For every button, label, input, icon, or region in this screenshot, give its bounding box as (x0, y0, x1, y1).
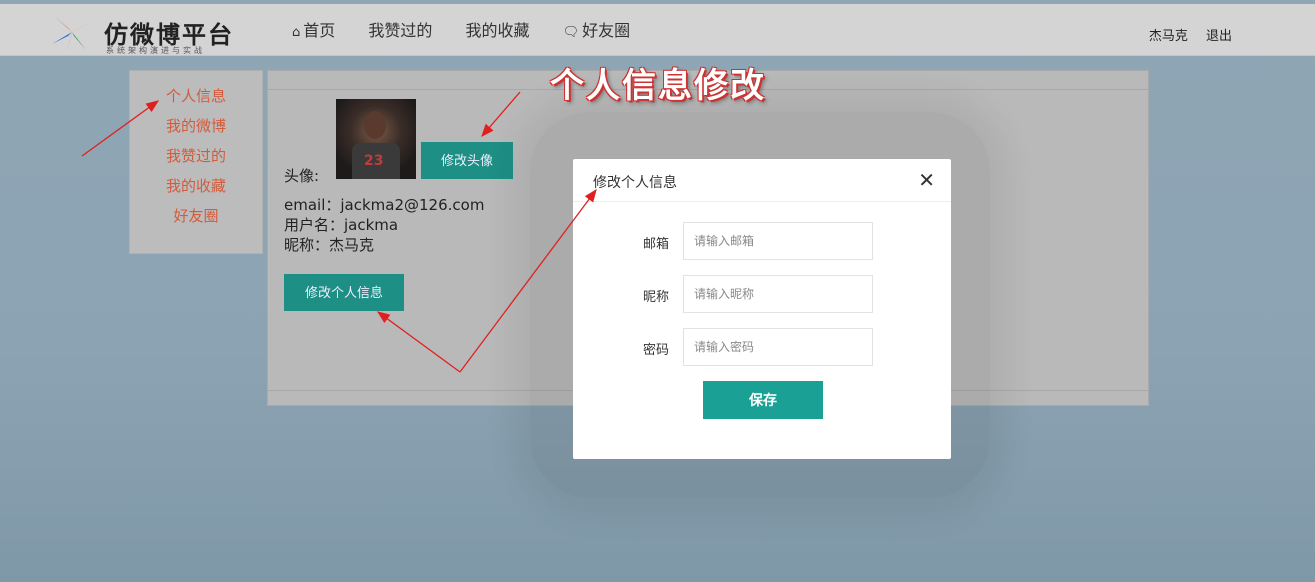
sidebar-item-liked[interactable]: 我赞过的 (130, 141, 262, 171)
logo-subtitle: 系统架构演进与实战 (106, 46, 205, 55)
profile-email: email：jackma2@126.com (284, 196, 485, 214)
logo[interactable]: 仿微博平台 系统架构演进与实战 (46, 10, 246, 55)
nav-liked-label: 我赞过的 (368, 21, 433, 40)
password-field[interactable] (683, 328, 873, 366)
sidebar-menu: 个人信息 我的微博 我赞过的 我的收藏 好友圈 (129, 70, 263, 254)
nickname-label: 昵称 (642, 290, 669, 305)
email-label: 邮箱 (642, 237, 669, 252)
sidebar-item-my-weibo[interactable]: 我的微博 (130, 111, 262, 141)
profile-info: email：jackma2@126.com 用户名：jackma 昵称：杰马克 (284, 195, 484, 255)
email-row: 邮箱 (573, 222, 951, 260)
top-navbar: 仿微博平台 系统架构演进与实战 ⌂ 首页 我赞过的 我的收藏 🗨 好友圈 杰马克 退… (0, 4, 1315, 56)
sidebar-item-profile[interactable]: 个人信息 (130, 81, 262, 111)
nav-favorites-label: 我的收藏 (465, 21, 530, 40)
main-nav: ⌂ 首页 我赞过的 我的收藏 🗨 好友圈 (292, 21, 658, 43)
nav-liked[interactable]: 我赞过的 (368, 21, 432, 41)
nav-friends[interactable]: 🗨 好友圈 (563, 21, 631, 43)
edit-profile-modal: 修改个人信息 ✕ 邮箱 昵称 密码 保存 (573, 159, 951, 459)
avatar-jersey-number: 23 (364, 153, 384, 169)
user-area: 杰马克 退出 (1135, 25, 1232, 44)
nickname-field[interactable] (683, 275, 873, 313)
username-link[interactable]: 杰马克 (1149, 29, 1188, 44)
annotation-title: 个人信息修改 (550, 66, 766, 106)
modal-title: 修改个人信息 (593, 175, 677, 191)
save-button[interactable]: 保存 (703, 381, 823, 419)
nickname-row: 昵称 (573, 275, 951, 313)
nav-favorites[interactable]: 我的收藏 (465, 21, 529, 41)
avatar: 23 (336, 99, 416, 179)
password-row: 密码 (573, 328, 951, 366)
sidebar-item-favorites[interactable]: 我的收藏 (130, 171, 262, 201)
logo-pinwheel-icon (52, 16, 94, 54)
home-icon: ⌂ (292, 25, 301, 40)
avatar-label: 头像: (284, 167, 320, 185)
nav-friends-label: 好友圈 (582, 21, 631, 40)
modal-divider (573, 201, 951, 202)
avatar-head-shape (364, 111, 386, 139)
nav-home[interactable]: ⌂ 首页 (292, 21, 335, 43)
edit-profile-button[interactable]: 修改个人信息 (284, 274, 404, 311)
profile-nickname: 昵称：杰马克 (284, 236, 375, 254)
change-avatar-button[interactable]: 修改头像 (421, 142, 513, 179)
sidebar-item-friends[interactable]: 好友圈 (130, 201, 262, 231)
close-icon[interactable]: ✕ (918, 169, 935, 191)
chat-icon: 🗨 (562, 25, 580, 40)
email-field[interactable] (683, 222, 873, 260)
profile-username: 用户名：jackma (284, 216, 399, 234)
logout-link[interactable]: 退出 (1206, 29, 1232, 44)
nav-home-label: 首页 (303, 21, 336, 40)
password-label: 密码 (642, 343, 669, 358)
